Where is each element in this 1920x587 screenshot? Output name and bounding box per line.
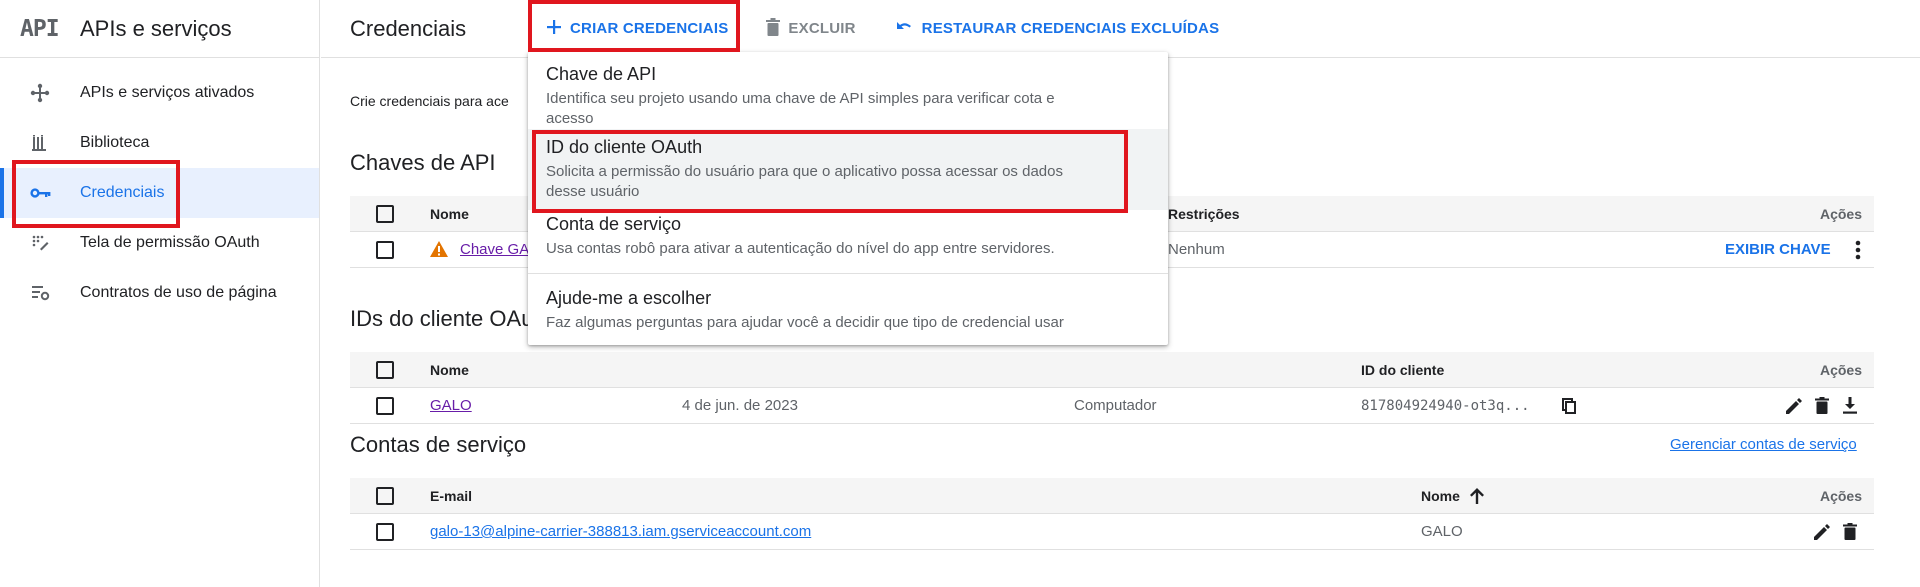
column-name: Nome	[1421, 487, 1460, 504]
create-credentials-button[interactable]: CRIAR CREDENCIAIS	[528, 5, 746, 53]
menu-item-help-me-choose[interactable]: Ajude-me a escolher Faz algumas pergunta…	[528, 280, 1168, 345]
download-icon[interactable]	[1838, 394, 1862, 418]
menu-item-description: Usa contas robô para ativar a autenticaç…	[546, 240, 1055, 257]
undo-icon	[896, 20, 922, 38]
page-header: Credenciais CRIAR CREDENCIAIS EXCLUIR RE…	[321, 0, 1920, 58]
api-keys-title: Chaves de API	[350, 150, 496, 175]
create-credentials-menu: Chave de API Identifica seu projeto usan…	[528, 52, 1168, 345]
sidebar-nav: APIs e serviços ativados Biblioteca Cred…	[0, 58, 319, 318]
sidebar-title: APIs e serviços	[80, 15, 232, 41]
show-key-button[interactable]: EXIBIR CHAVE	[1725, 241, 1831, 258]
menu-divider	[528, 273, 1168, 274]
sidebar-item-label: Tela de permissão OAuth	[80, 234, 260, 251]
column-name: Nome	[430, 205, 469, 222]
restore-label: RESTAURAR CREDENCIAIS EXCLUÍDAS	[921, 20, 1220, 37]
row-checkbox[interactable]	[376, 396, 394, 415]
library-icon	[0, 133, 80, 153]
restore-deleted-button[interactable]: RESTAURAR CREDENCIAIS EXCLUÍDAS	[896, 20, 1220, 38]
oauth-clients-table: Nome ID do cliente Ações GALO 4 de jun. …	[350, 352, 1874, 424]
menu-item-title: Conta de serviço	[546, 214, 682, 234]
sidebar-item-oauth-consent[interactable]: Tela de permissão OAuth	[0, 218, 319, 268]
service-accounts-table: E-mail Nome Ações galo-13@alpine-carrier…	[350, 478, 1874, 550]
sidebar-item-label: Biblioteca	[80, 134, 150, 151]
menu-item-oauth-client-id[interactable]: ID do cliente OAuth Solicita a permissão…	[528, 129, 1168, 210]
row-checkbox[interactable]	[376, 522, 394, 541]
settings-list-icon	[0, 283, 80, 303]
delete-icon[interactable]	[1838, 520, 1862, 544]
sidebar-item-library[interactable]: Biblioteca	[0, 118, 319, 168]
sidebar-header: API APIs e serviços	[0, 0, 319, 58]
column-actions: Ações	[1819, 487, 1862, 504]
manage-service-accounts-link[interactable]: Gerenciar contas de serviço	[1670, 436, 1857, 453]
menu-item-description: Faz algumas perguntas para ajudar você a…	[546, 314, 1064, 331]
column-name: Nome	[430, 361, 469, 378]
oauth-client-name-link[interactable]: GALO	[430, 397, 472, 414]
sidebar-item-label: Contratos de uso de página	[80, 284, 277, 301]
select-all-checkbox[interactable]	[376, 486, 394, 505]
select-all-checkbox[interactable]	[376, 360, 394, 379]
page-title: Credenciais	[350, 15, 467, 41]
column-restrictions: Restrições	[1168, 205, 1240, 222]
service-account-name: GALO	[1421, 523, 1463, 540]
intro-text: Crie credenciais para ace	[350, 93, 509, 109]
api-logo: API	[20, 15, 60, 42]
create-credentials-label: CRIAR CREDENCIAIS	[570, 20, 729, 37]
table-row: galo-13@alpine-carrier-388813.iam.gservi…	[350, 514, 1874, 550]
menu-item-api-key[interactable]: Chave de API Identifica seu projeto usan…	[528, 56, 1168, 137]
column-actions: Ações	[1819, 205, 1862, 222]
menu-item-title: Ajude-me a escolher	[546, 288, 712, 308]
row-checkbox[interactable]	[376, 240, 394, 259]
sidebar-item-label: APIs e serviços ativados	[80, 84, 255, 101]
sort-ascending-icon[interactable]	[1465, 484, 1489, 508]
service-accounts-title: Contas de serviço	[350, 432, 527, 457]
diamond-icon	[0, 83, 80, 103]
client-id-value: 817804924940-ot3q...	[1361, 397, 1530, 414]
consent-icon	[0, 233, 80, 253]
delete-button[interactable]: EXCLUIR	[766, 17, 856, 40]
sidebar-item-label: Credenciais	[80, 184, 165, 201]
column-email: E-mail	[430, 487, 473, 504]
table-header: Nome ID do cliente Ações	[350, 352, 1874, 388]
menu-item-title: ID do cliente OAuth	[546, 137, 703, 157]
table-row: GALO 4 de jun. de 2023 Computador 817804…	[350, 388, 1874, 424]
service-account-email-link[interactable]: galo-13@alpine-carrier-388813.iam.gservi…	[430, 523, 811, 540]
trash-icon	[766, 17, 788, 40]
column-actions: Ações	[1819, 361, 1862, 378]
copy-icon[interactable]	[1557, 394, 1581, 418]
key-icon	[0, 186, 80, 200]
column-client-id: ID do cliente	[1361, 361, 1445, 378]
restrictions-value: Nenhum	[1168, 241, 1225, 258]
more-vert-icon[interactable]	[1846, 238, 1870, 262]
sidebar-item-credentials[interactable]: Credenciais	[0, 168, 319, 218]
sidebar: API APIs e serviços APIs e serviços ativ…	[0, 0, 320, 587]
api-key-name-link[interactable]: Chave GA	[460, 241, 529, 258]
plus-icon	[546, 19, 570, 39]
menu-item-title: Chave de API	[546, 64, 657, 84]
menu-item-service-account[interactable]: Conta de serviço Usa contas robô para at…	[528, 206, 1168, 267]
warning-icon	[430, 241, 448, 261]
sidebar-item-page-usage[interactable]: Contratos de uso de página	[0, 268, 319, 318]
edit-icon[interactable]	[1782, 394, 1806, 418]
creation-date: 4 de jun. de 2023	[682, 397, 798, 414]
sidebar-item-enabled-apis[interactable]: APIs e serviços ativados	[0, 68, 319, 118]
select-all-checkbox[interactable]	[376, 204, 394, 223]
delete-icon[interactable]	[1810, 394, 1834, 418]
client-type: Computador	[1074, 397, 1157, 414]
table-header: E-mail Nome Ações	[350, 478, 1874, 514]
delete-label: EXCLUIR	[788, 20, 856, 37]
edit-icon[interactable]	[1810, 520, 1834, 544]
oauth-clients-title: IDs do cliente OAu	[350, 306, 534, 331]
